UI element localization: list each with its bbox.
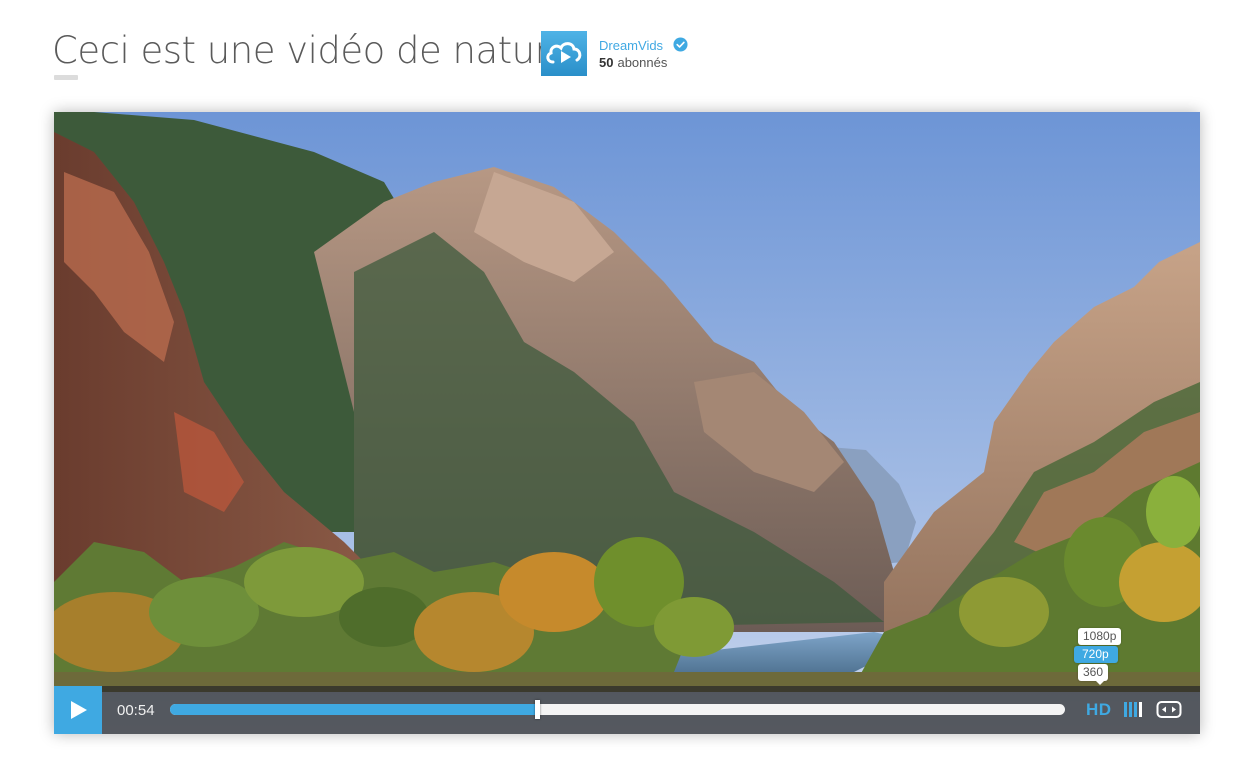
video-frame[interactable] — [54, 112, 1200, 734]
progress-fill — [170, 704, 537, 715]
quality-menu-pointer — [1094, 679, 1106, 685]
page-title: Ceci est une vidéo de nature — [52, 29, 571, 72]
fullscreen-icon[interactable] — [1156, 700, 1182, 719]
progress-bar[interactable] — [170, 700, 1065, 719]
title-underline — [54, 75, 78, 80]
volume-bars-icon[interactable] — [1124, 702, 1144, 717]
channel-name-link[interactable]: DreamVids — [599, 38, 663, 54]
hd-quality-button[interactable]: HD — [1086, 699, 1112, 721]
verified-check-icon — [673, 37, 688, 52]
quality-menu: 1080p 720p 360 — [1072, 628, 1130, 686]
video-player[interactable]: 00:54 HD 1080p 720p 360 — [54, 112, 1200, 734]
channel-logo[interactable] — [541, 31, 587, 76]
current-time: 00:54 — [117, 702, 155, 719]
play-button[interactable] — [54, 686, 102, 734]
play-icon — [71, 701, 87, 719]
quality-option-1080p[interactable]: 1080p — [1078, 628, 1122, 645]
control-bar: 00:54 HD — [54, 686, 1200, 734]
cloud-play-icon — [546, 42, 582, 64]
subscriber-info: 50 abonnés — [599, 55, 667, 71]
progress-handle[interactable] — [534, 700, 540, 719]
subscriber-label: abonnés — [617, 55, 668, 70]
subscriber-count: 50 — [599, 55, 614, 70]
quality-option-720p[interactable]: 720p — [1074, 646, 1118, 663]
